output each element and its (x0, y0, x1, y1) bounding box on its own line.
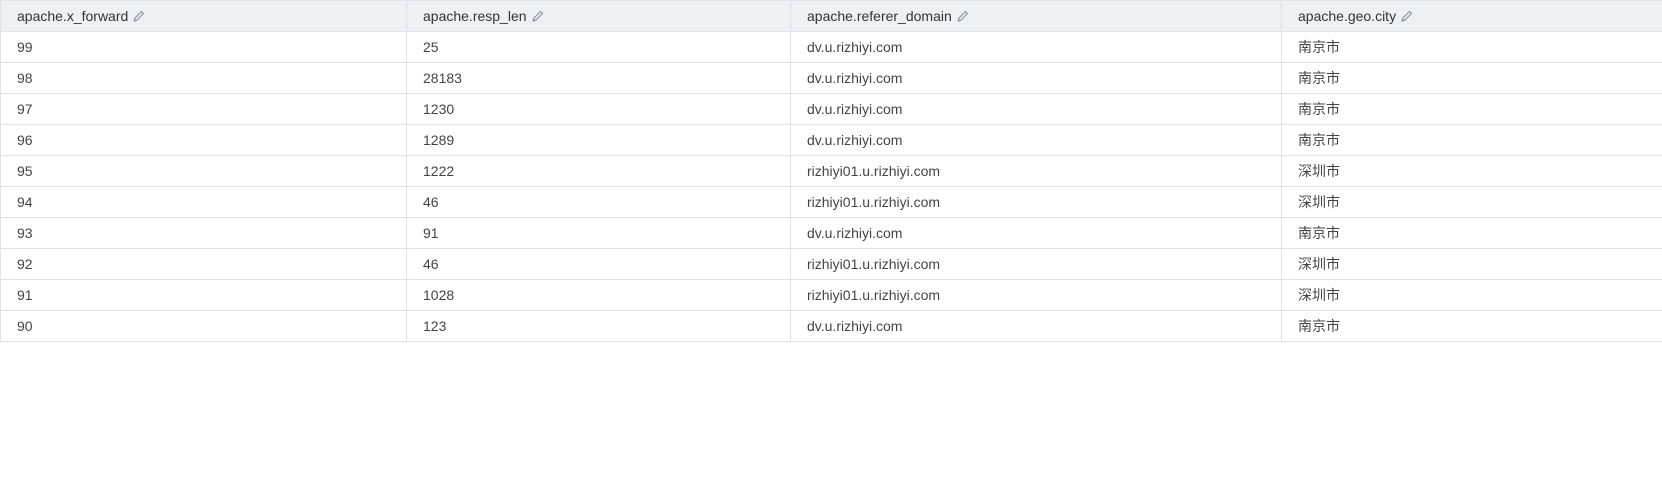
cell-x-forward: 95 (0, 155, 407, 187)
cell-x-forward: 90 (0, 310, 407, 342)
cell-referer-domain: rizhiyi01.u.rizhiyi.com (790, 186, 1282, 218)
edit-icon[interactable] (1400, 9, 1414, 23)
cell-x-forward: 97 (0, 93, 407, 125)
cell-resp-len: 1230 (406, 93, 791, 125)
results-table: apache.x_forward apache.resp_len apache.… (0, 0, 1662, 342)
cell-geo-city: 南京市 (1281, 310, 1662, 342)
cell-x-forward: 93 (0, 217, 407, 249)
edit-icon[interactable] (531, 9, 545, 23)
results-table-container: apache.x_forward apache.resp_len apache.… (0, 0, 1662, 342)
cell-referer-domain: dv.u.rizhiyi.com (790, 310, 1282, 342)
cell-resp-len: 46 (406, 186, 791, 218)
cell-geo-city: 南京市 (1281, 62, 1662, 94)
table-row[interactable]: 94 46 rizhiyi01.u.rizhiyi.com 深圳市 (0, 186, 1662, 218)
column-header-label: apache.resp_len (423, 8, 527, 24)
table-header-row: apache.x_forward apache.resp_len apache.… (0, 0, 1662, 32)
cell-geo-city: 南京市 (1281, 93, 1662, 125)
table-row[interactable]: 91 1028 rizhiyi01.u.rizhiyi.com 深圳市 (0, 279, 1662, 311)
cell-referer-domain: dv.u.rizhiyi.com (790, 31, 1282, 63)
cell-geo-city: 深圳市 (1281, 248, 1662, 280)
cell-resp-len: 25 (406, 31, 791, 63)
cell-geo-city: 南京市 (1281, 124, 1662, 156)
cell-x-forward: 96 (0, 124, 407, 156)
cell-x-forward: 92 (0, 248, 407, 280)
cell-x-forward: 99 (0, 31, 407, 63)
table-row[interactable]: 96 1289 dv.u.rizhiyi.com 南京市 (0, 124, 1662, 156)
cell-resp-len: 28183 (406, 62, 791, 94)
column-header-resp-len[interactable]: apache.resp_len (406, 0, 791, 32)
cell-referer-domain: dv.u.rizhiyi.com (790, 217, 1282, 249)
edit-icon[interactable] (956, 9, 970, 23)
cell-resp-len: 123 (406, 310, 791, 342)
table-row[interactable]: 97 1230 dv.u.rizhiyi.com 南京市 (0, 93, 1662, 125)
cell-referer-domain: dv.u.rizhiyi.com (790, 62, 1282, 94)
cell-x-forward: 94 (0, 186, 407, 218)
cell-geo-city: 南京市 (1281, 31, 1662, 63)
column-header-label: apache.referer_domain (807, 8, 952, 24)
cell-referer-domain: rizhiyi01.u.rizhiyi.com (790, 248, 1282, 280)
column-header-x-forward[interactable]: apache.x_forward (0, 0, 407, 32)
cell-resp-len: 1028 (406, 279, 791, 311)
cell-referer-domain: dv.u.rizhiyi.com (790, 93, 1282, 125)
column-header-geo-city[interactable]: apache.geo.city (1281, 0, 1662, 32)
cell-x-forward: 91 (0, 279, 407, 311)
cell-referer-domain: rizhiyi01.u.rizhiyi.com (790, 155, 1282, 187)
cell-geo-city: 深圳市 (1281, 155, 1662, 187)
edit-icon[interactable] (132, 9, 146, 23)
cell-geo-city: 深圳市 (1281, 279, 1662, 311)
cell-x-forward: 98 (0, 62, 407, 94)
cell-referer-domain: dv.u.rizhiyi.com (790, 124, 1282, 156)
cell-resp-len: 46 (406, 248, 791, 280)
table-row[interactable]: 93 91 dv.u.rizhiyi.com 南京市 (0, 217, 1662, 249)
cell-resp-len: 1222 (406, 155, 791, 187)
cell-resp-len: 91 (406, 217, 791, 249)
column-header-referer-domain[interactable]: apache.referer_domain (790, 0, 1282, 32)
table-row[interactable]: 99 25 dv.u.rizhiyi.com 南京市 (0, 31, 1662, 63)
cell-geo-city: 深圳市 (1281, 186, 1662, 218)
cell-referer-domain: rizhiyi01.u.rizhiyi.com (790, 279, 1282, 311)
column-header-label: apache.geo.city (1298, 8, 1397, 24)
cell-resp-len: 1289 (406, 124, 791, 156)
column-header-label: apache.x_forward (17, 8, 129, 24)
table-row[interactable]: 98 28183 dv.u.rizhiyi.com 南京市 (0, 62, 1662, 94)
cell-geo-city: 南京市 (1281, 217, 1662, 249)
table-row[interactable]: 95 1222 rizhiyi01.u.rizhiyi.com 深圳市 (0, 155, 1662, 187)
table-row[interactable]: 90 123 dv.u.rizhiyi.com 南京市 (0, 310, 1662, 342)
table-row[interactable]: 92 46 rizhiyi01.u.rizhiyi.com 深圳市 (0, 248, 1662, 280)
